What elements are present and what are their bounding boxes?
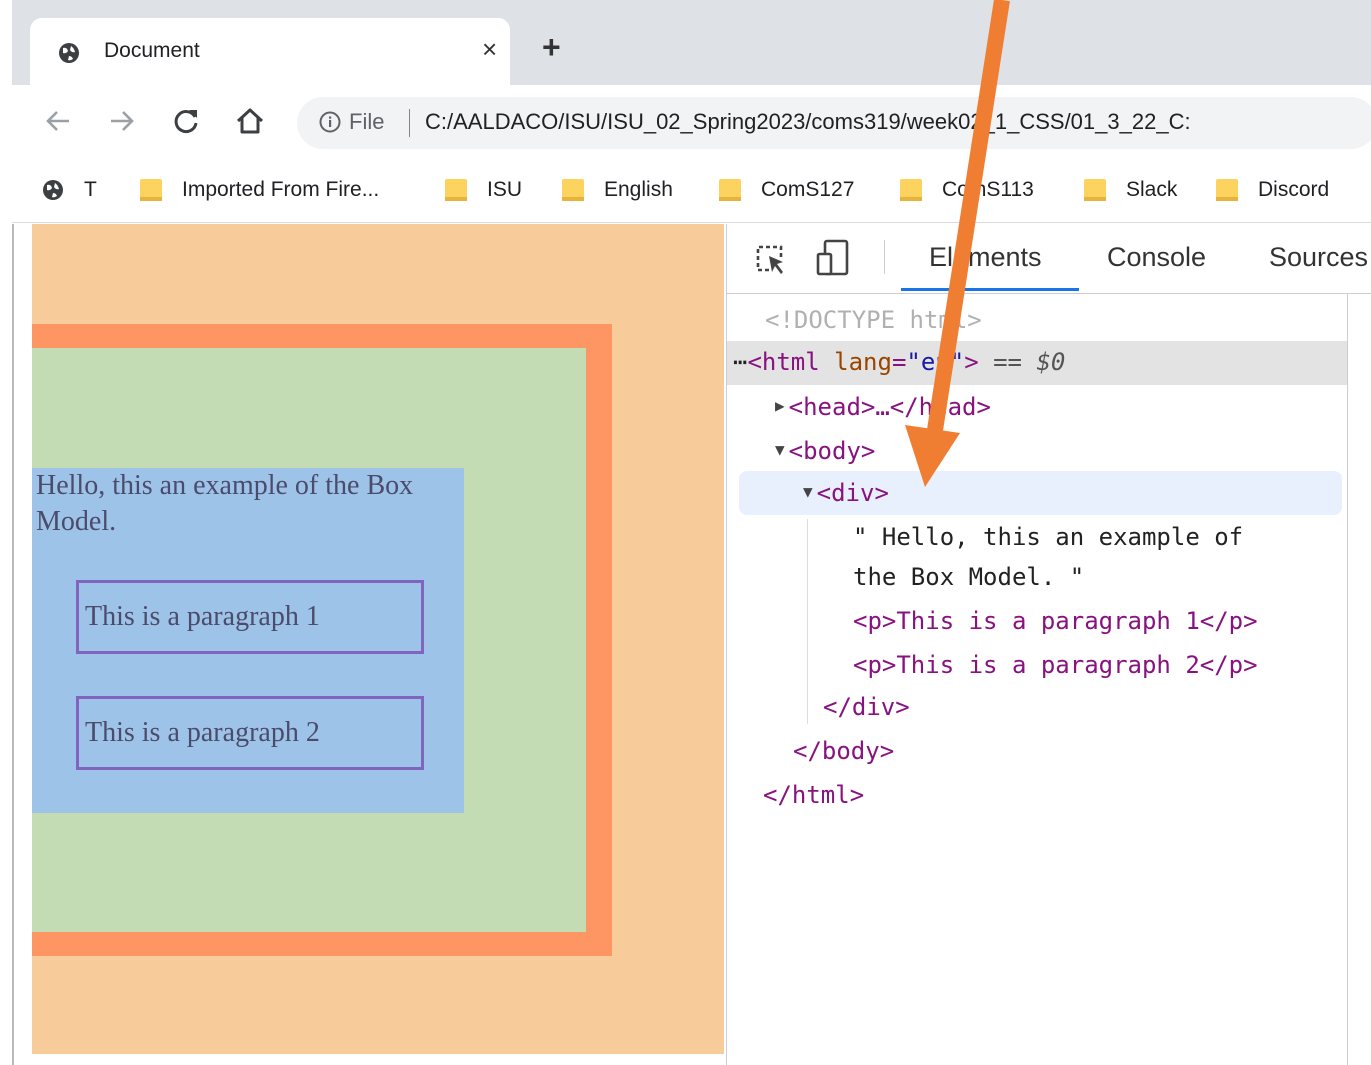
- close-tab-icon[interactable]: ×: [482, 34, 497, 64]
- tab-title: Document: [104, 39, 200, 62]
- body-node[interactable]: ▼ <body>: [775, 434, 875, 467]
- bookmark-label: ComS127: [761, 178, 855, 201]
- address-bar[interactable]: File C:/AALDACO/ISU/ISU_02_Spring2023/co…: [297, 97, 1371, 149]
- folder-icon: [1216, 179, 1238, 201]
- text-node-line-2[interactable]: the Box Model. ": [853, 561, 1084, 593]
- globe-icon: [59, 43, 79, 63]
- html-close-node[interactable]: </html>: [763, 779, 864, 811]
- browser-toolbar: File C:/AALDACO/ISU/ISU_02_Spring2023/co…: [12, 85, 1371, 163]
- url-text[interactable]: C:/AALDACO/ISU/ISU_02_Spring2023/coms319…: [425, 109, 1191, 135]
- text-node-line-1[interactable]: " Hello, this an example of: [853, 521, 1243, 553]
- div-tag: <div>: [816, 479, 889, 507]
- folder-icon: [445, 179, 467, 201]
- address-separator: [409, 109, 410, 137]
- arrow-left-icon: [46, 111, 69, 131]
- div-padding-area: Hello, this an example of the Box Model.…: [32, 348, 586, 932]
- triangle-down-icon[interactable]: ▼: [803, 476, 813, 508]
- selected-marker: == $0: [993, 348, 1066, 376]
- reload-icon: [174, 110, 198, 133]
- bookmark-label: English: [604, 178, 673, 201]
- inspect-element-icon[interactable]: [753, 242, 789, 278]
- bookmark-coms113[interactable]: ComS113: [900, 173, 1034, 207]
- reload-button[interactable]: [168, 103, 204, 139]
- home-icon: [236, 108, 264, 134]
- toolbar-separator: [884, 240, 885, 274]
- body-tag: <body>: [788, 437, 876, 465]
- tab-sources[interactable]: Sources: [1269, 242, 1371, 273]
- paragraph-1: This is a paragraph 1: [76, 580, 424, 654]
- head-tag: <head>…</head>: [788, 393, 991, 421]
- bookmark-label: Discord: [1258, 178, 1330, 201]
- browser-tab[interactable]: Document ×: [30, 18, 510, 85]
- tab-strip: Document × +: [12, 0, 1371, 85]
- device-toolbar-icon[interactable]: [815, 238, 855, 278]
- bookmark-label: Slack: [1126, 178, 1178, 201]
- ellipsis-icon[interactable]: ⋯: [733, 348, 747, 376]
- triangle-down-icon[interactable]: ▼: [775, 434, 785, 466]
- panel-divider: [1347, 294, 1348, 1065]
- div-border-area: Hello, this an example of the Box Model.…: [32, 324, 612, 956]
- div-node[interactable]: ▼ <div>: [803, 476, 889, 509]
- bookmark-t[interactable]: T: [42, 173, 97, 207]
- bookmark-english[interactable]: English: [562, 173, 673, 207]
- div-text: Hello, this an example of the Box Model.: [36, 470, 414, 537]
- back-button[interactable]: [40, 103, 76, 139]
- doctype-node[interactable]: <!DOCTYPE html>: [765, 304, 982, 336]
- bookmark-isu[interactable]: ISU: [445, 173, 522, 207]
- tab-console[interactable]: Console: [1107, 242, 1206, 273]
- body-close-node[interactable]: </body>: [793, 735, 894, 767]
- scheme-label: File: [349, 109, 385, 134]
- bookmark-imported[interactable]: Imported From Fire...: [140, 173, 379, 207]
- triangle-right-icon[interactable]: ▶: [775, 390, 785, 422]
- forward-button[interactable]: [104, 103, 140, 139]
- active-tab-indicator: [901, 288, 1079, 291]
- div-content-area: Hello, this an example of the Box Model.…: [32, 468, 464, 813]
- devtools-toolbar: Elements Console Sources: [727, 224, 1371, 294]
- bookmark-label: T: [84, 178, 97, 201]
- info-icon[interactable]: [319, 111, 341, 133]
- bookmark-label: ComS113: [942, 178, 1034, 201]
- home-button[interactable]: [232, 103, 268, 139]
- folder-icon: [900, 179, 922, 201]
- html-attr-name: lang: [834, 348, 892, 376]
- folder-icon: [1084, 179, 1106, 201]
- devtools-panel: Elements Console Sources <!DOCTYPE html>…: [726, 224, 1371, 1065]
- new-tab-button[interactable]: +: [542, 31, 561, 63]
- html-tag: <html: [747, 348, 820, 376]
- paragraph-2: This is a paragraph 2: [76, 696, 424, 770]
- html-close-bracket: >: [964, 348, 979, 376]
- tab-elements[interactable]: Elements: [929, 242, 1042, 273]
- arrow-right-icon: [111, 111, 134, 131]
- bookmark-label: ISU: [487, 178, 523, 201]
- html-node[interactable]: ⋯<html lang="en"> == $0: [733, 346, 1065, 378]
- bookmark-slack[interactable]: Slack: [1084, 173, 1177, 207]
- folder-icon: [562, 179, 584, 201]
- bookmark-label: Imported From Fire...: [182, 178, 380, 201]
- p2-node[interactable]: <p>This is a paragraph 2</p>: [853, 649, 1258, 681]
- bookmark-coms127[interactable]: ComS127: [719, 173, 854, 207]
- tree-guide-line: [807, 519, 808, 724]
- folder-icon: [140, 179, 162, 201]
- head-node[interactable]: ▶ <head>…</head>: [775, 390, 991, 423]
- page-viewport: Hello, this an example of the Box Model.…: [12, 224, 726, 1065]
- p1-node[interactable]: <p>This is a paragraph 1</p>: [853, 605, 1258, 637]
- globe-icon: [43, 180, 63, 200]
- bookmarks-bar: T Imported From Fire... ISU English ComS…: [12, 163, 1371, 223]
- folder-icon: [719, 179, 741, 201]
- html-attr-value: "en": [906, 348, 965, 376]
- div-close-node[interactable]: </div>: [823, 691, 910, 723]
- body-margin-area: Hello, this an example of the Box Model.…: [32, 224, 724, 1054]
- bookmark-discord[interactable]: Discord: [1216, 173, 1329, 207]
